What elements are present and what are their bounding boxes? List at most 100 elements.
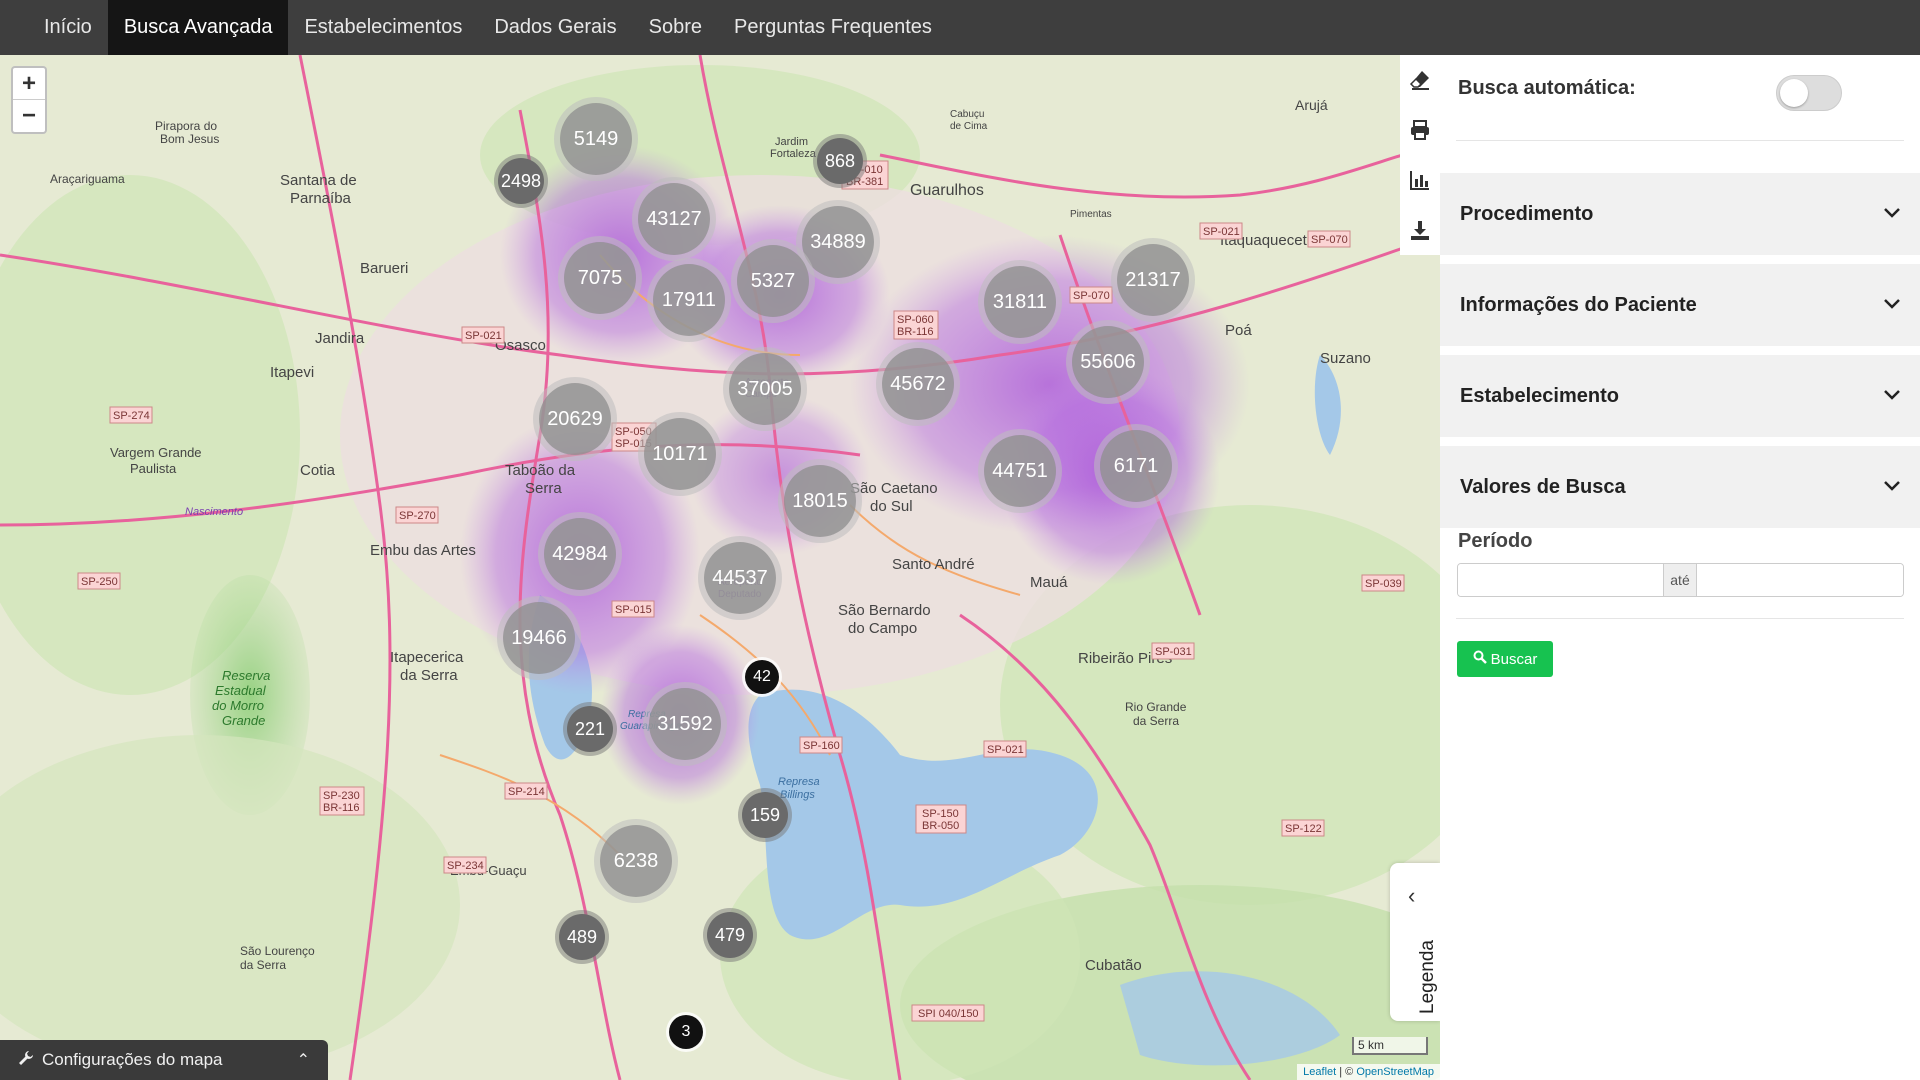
place-label: Parnaíba [290,190,352,207]
zoom-out-button[interactable]: − [13,100,45,132]
map-scale: 5 km [1352,1037,1428,1055]
nav-estabelecimentos[interactable]: Estabelecimentos [288,0,478,55]
place-label: São Caetano [850,480,938,497]
svg-text:SPI 040/150: SPI 040/150 [918,1008,979,1020]
place-label: Arujá [1295,97,1328,113]
svg-text:SP-015: SP-015 [615,604,652,616]
svg-text:SP-021: SP-021 [987,744,1024,756]
place-label: Jardim [775,136,808,148]
map-cluster-marker[interactable]: 34889 [802,206,874,278]
legend-toggle[interactable]: ‹ Legenda [1390,863,1440,1021]
map-cluster-marker[interactable]: 221 [567,706,613,752]
place-label: do Sul [870,498,913,515]
legend-label: Legenda [1417,940,1438,1014]
map-toolbar [1400,55,1440,255]
nav-perguntas-frequentes[interactable]: Perguntas Frequentes [718,0,948,55]
place-label: Vargem Grande [110,445,202,460]
map-attribution: Leaflet | © OpenStreetMap [1297,1064,1440,1080]
map-cluster-marker[interactable]: 10171 [644,418,716,490]
map-cluster-marker[interactable]: 2498 [498,158,544,204]
place-label: Araçariguama [50,172,125,186]
periodo-end-input[interactable] [1697,564,1903,596]
place-label: Cabuçu [950,109,984,120]
place-label: Paulista [130,461,177,476]
zoom-control: + − [11,66,47,134]
map-container[interactable]: Pirapora do Bom Jesus Araçariguama Santa… [0,55,1440,1080]
search-button-label: Buscar [1490,650,1538,668]
map-config-bar[interactable]: Configurações do mapa ⌃ [0,1040,328,1080]
attribution-separator: | © [1336,1066,1357,1078]
map-cluster-marker[interactable]: 6238 [600,825,672,897]
map-cluster-marker[interactable]: 5149 [560,103,632,175]
periodo-label: Período [1458,530,1533,552]
periodo-start-input[interactable] [1458,564,1663,596]
nav-busca-avancada[interactable]: Busca Avançada [107,0,289,55]
svg-text:SP-214: SP-214 [508,786,545,798]
svg-text:SP-160: SP-160 [803,740,840,752]
map-cluster-marker[interactable]: 20629 [539,383,611,455]
download-icon[interactable] [1400,205,1440,255]
divider [1456,618,1904,619]
accordion-valores-de-busca[interactable]: Valores de Busca [1440,446,1920,528]
place-label: Billings [780,789,815,801]
search-icon [1473,650,1487,668]
map-cluster-marker[interactable]: 31592 [649,688,721,760]
place-label: Pirapora do [155,119,217,133]
map-cluster-marker[interactable]: 868 [817,138,863,184]
map-cluster-marker[interactable]: 5327 [737,245,809,317]
map-cluster-marker[interactable]: 7075 [564,242,636,314]
map-cluster-marker[interactable]: 489 [559,914,605,960]
map-cluster-marker[interactable]: 42 [745,660,779,694]
map-cluster-marker[interactable]: 43127 [638,183,710,255]
chevron-down-icon [1884,387,1900,405]
search-panel: Busca automática: Procedimento Informaçõ… [1440,55,1920,1080]
map-cluster-marker[interactable]: 44751 [984,435,1056,507]
map-cluster-marker[interactable]: 479 [707,912,753,958]
accordion-estabelecimento[interactable]: Estabelecimento [1440,355,1920,437]
nav-sobre[interactable]: Sobre [633,0,718,55]
map-cluster-marker[interactable]: 44537 [704,542,776,614]
auto-search-toggle[interactable] [1776,75,1842,111]
place-label: Represa [778,776,820,788]
map-cluster-marker[interactable]: 37005 [729,353,801,425]
nav-dados-gerais[interactable]: Dados Gerais [478,0,632,55]
svg-text:SP-270: SP-270 [399,510,436,522]
place-label: Pimentas [1070,209,1112,220]
accordion-title: Procedimento [1460,202,1594,225]
search-button[interactable]: Buscar [1457,641,1553,677]
place-label: Taboão da [505,462,576,479]
print-icon[interactable] [1400,105,1440,155]
accordion-title: Estabelecimento [1460,384,1619,407]
map-cluster-marker[interactable]: 21317 [1117,244,1189,316]
place-label: Nascimento [185,506,243,518]
eraser-icon[interactable] [1400,55,1440,105]
nav-inicio[interactable]: Início [28,0,108,55]
svg-text:SP-050: SP-050 [615,426,652,438]
map-cluster-marker[interactable]: 159 [742,792,788,838]
chevron-up-icon: ⌃ [296,1052,310,1069]
osm-link[interactable]: OpenStreetMap [1356,1066,1434,1078]
svg-text:SP-234: SP-234 [447,860,484,872]
accordion-informacoes-paciente[interactable]: Informações do Paciente [1440,264,1920,346]
map-cluster-marker[interactable]: 6171 [1100,430,1172,502]
chart-icon[interactable] [1400,155,1440,205]
map-cluster-marker[interactable]: 31811 [984,266,1056,338]
leaflet-link[interactable]: Leaflet [1303,1066,1336,1078]
svg-text:SP-070: SP-070 [1311,234,1348,246]
map-config-label: Configurações do mapa [42,1050,223,1069]
map-cluster-marker[interactable]: 55606 [1072,326,1144,398]
zoom-in-button[interactable]: + [13,68,45,100]
map-cluster-marker[interactable]: 18015 [784,465,856,537]
place-label: Cotia [300,462,336,479]
accordion-procedimento[interactable]: Procedimento [1440,173,1920,255]
place-label: Estadual [215,683,267,698]
svg-text:SP-122: SP-122 [1285,823,1322,835]
place-label: Itapecerica [390,649,464,666]
map-cluster-marker[interactable]: 17911 [653,264,725,336]
map-cluster-marker[interactable]: 3 [669,1015,703,1049]
chevron-down-icon [1884,296,1900,314]
map-cluster-marker[interactable]: 42984 [544,518,616,590]
map-cluster-marker[interactable]: 45672 [882,348,954,420]
place-label: Jandira [315,330,365,347]
map-cluster-marker[interactable]: 19466 [503,602,575,674]
